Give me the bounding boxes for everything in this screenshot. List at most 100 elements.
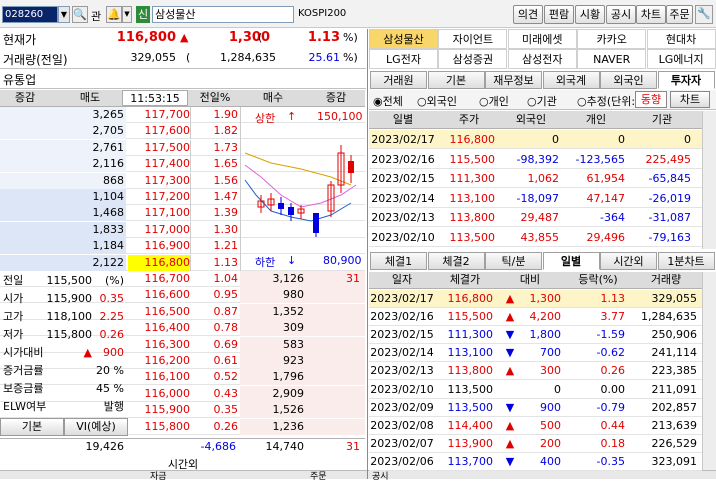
bell-icon[interactable]: 🔔 — [106, 6, 122, 23]
toolbar-button-0[interactable]: 의견 — [513, 5, 543, 24]
radio-icon[interactable]: ○ — [479, 95, 489, 108]
price-cell: 111,300 — [449, 172, 496, 185]
investor-row[interactable]: 2023/02/17 116,800 0 0 0 — [369, 130, 702, 149]
stock-link[interactable]: LG에너지 — [646, 49, 716, 69]
bell-dropdown[interactable]: ▼ — [122, 6, 132, 23]
bid-diff — [310, 287, 360, 303]
bid-percent: 0.61 — [213, 354, 239, 367]
candlestick-chart — [244, 145, 357, 237]
info-extra: (%) — [104, 274, 124, 287]
paren: ( — [186, 51, 191, 64]
daily-row[interactable]: 2023/02/07 113,900 ▲ 200 0.18 226,529 — [369, 435, 702, 453]
trade-tab[interactable]: 틱/분 — [485, 252, 542, 270]
basic-button[interactable]: 기본 — [0, 418, 64, 436]
investor-tab[interactable]: 기본 — [427, 71, 485, 89]
daily-row[interactable]: 2023/02/14 113,100 ▼ 700 -0.62 241,114 — [369, 344, 702, 363]
price-cell: 113,800 — [449, 211, 496, 224]
option-label: 외국인 — [426, 95, 457, 108]
investor-option[interactable]: ○개인 — [479, 93, 509, 109]
investor-tab[interactable]: 투자자 — [657, 71, 715, 89]
stock-link[interactable]: NAVER — [577, 49, 647, 69]
investor-row[interactable]: 2023/02/15 111,300 1,062 61,954 -65,845 — [369, 169, 702, 188]
investor-option[interactable]: ◉전체 — [373, 93, 403, 109]
stock-link[interactable]: LG전자 — [369, 49, 438, 69]
daily-row[interactable]: 2023/02/09 113,500 ▼ 900 -0.79 202,857 — [369, 399, 702, 417]
daily-scrollbar[interactable] — [702, 272, 716, 470]
ask-percent: 1.90 — [213, 108, 239, 121]
toolbar-button-3[interactable]: 공시 — [606, 5, 636, 24]
volume-cell: 202,857 — [651, 400, 698, 414]
lower-limit-price: 80,900 — [323, 254, 362, 267]
toolbar-button-4[interactable]: 차트 — [636, 5, 666, 24]
daily-row[interactable]: 2023/02/16 115,500 ▲ 4,200 3.77 1,284,635 — [369, 308, 702, 327]
change-cell: 900 — [540, 400, 561, 414]
gwan-label[interactable]: 관 — [91, 8, 101, 24]
flow-cell: 29,487 — [520, 211, 560, 224]
flow-cell: 0 — [552, 133, 559, 146]
trade-tab[interactable]: 1분차트 — [657, 252, 715, 270]
daily-row[interactable]: 2023/02/13 113,800 ▲ 300 0.26 223,385 — [369, 362, 702, 381]
price-cell: 116,800 — [447, 292, 494, 305]
stock-link[interactable]: 삼성전자 — [507, 49, 577, 69]
change-percent: 1.13 — [307, 30, 340, 45]
radio-icon[interactable]: ○ — [417, 95, 427, 108]
info-extra: 2.25 — [99, 310, 125, 323]
stock-link[interactable]: 현대차 — [646, 29, 716, 49]
radio-icon[interactable]: ◉ — [373, 95, 383, 108]
bid-quantity: 1,352 — [272, 304, 305, 318]
investor-option[interactable]: ○기관 — [527, 93, 557, 109]
info-value — [40, 399, 92, 415]
stock-link[interactable]: 삼성물산 — [369, 29, 438, 49]
investor-tab[interactable]: 거래원 — [370, 71, 427, 89]
info-row: 보증금률 45 % — [0, 381, 126, 397]
code-dropdown-button[interactable]: ▼ — [58, 6, 70, 23]
ask-quantity: 1,184 — [92, 239, 125, 253]
stock-name-field[interactable]: 삼성물산 — [152, 6, 294, 23]
investor-row[interactable]: 2023/02/16 115,500 -98,392 -123,565 225,495 — [369, 150, 702, 169]
trade-tab[interactable]: 체결1 — [370, 252, 427, 270]
vi-button[interactable]: VI(예상) — [64, 418, 128, 436]
date-cell: 2023/02/15 — [370, 328, 434, 342]
info-value: 115,800 — [46, 328, 93, 341]
investor-tab[interactable]: 외국계 — [542, 71, 600, 89]
price-cell: 113,700 — [447, 454, 494, 468]
investor-row[interactable]: 2023/02/14 113,100 -18,097 47,147 -26,019 — [369, 189, 702, 208]
investor-tab[interactable]: 외국인 — [600, 71, 657, 89]
change-cell: 4,200 — [529, 310, 562, 324]
stock-link[interactable]: 삼성증권 — [438, 49, 508, 69]
investor-tab[interactable]: 재무정보 — [485, 71, 542, 89]
up-arrow-icon: ▲ — [505, 310, 515, 324]
trend-button[interactable]: 동향 — [635, 91, 667, 108]
radio-icon[interactable]: ○ — [527, 95, 537, 108]
search-icon[interactable]: 🔍 — [72, 6, 88, 23]
radio-icon[interactable]: ○ — [577, 95, 587, 108]
toolbar-button-2[interactable]: 시황 — [575, 5, 605, 24]
daily-row[interactable]: 2023/02/10 113,500 0 0.00 211,091 — [369, 381, 702, 399]
price-cell: 113,100 — [449, 191, 496, 205]
stock-link[interactable]: 미래에셋 — [507, 29, 577, 49]
stock-link[interactable]: 카카오 — [577, 29, 647, 49]
divider — [190, 238, 191, 255]
trade-tab[interactable]: 일별 — [542, 252, 600, 270]
investor-row[interactable]: 2023/02/13 113,800 29,487 -364 -31,087 — [369, 208, 702, 227]
divider — [190, 221, 191, 238]
bid-total: 14,740 — [265, 440, 305, 453]
investor-scrollbar[interactable] — [702, 111, 716, 249]
info-value: ▲ — [83, 346, 92, 359]
tool-icon[interactable]: 🔧 — [695, 5, 713, 24]
daily-row[interactable]: 2023/02/06 113,700 ▼ 400 -0.35 323,091 — [369, 453, 702, 471]
toolbar-button-5[interactable]: 주문 — [666, 5, 693, 24]
trade-tab[interactable]: 시간외 — [600, 252, 657, 270]
stock-code-input[interactable]: 028260 — [2, 6, 58, 23]
investor-row[interactable]: 2023/02/10 113,500 43,855 29,496 -79,163 — [369, 228, 702, 247]
price-cell: 113,800 — [447, 364, 494, 378]
daily-row[interactable]: 2023/02/17 116,800 ▲ 1,300 1.13 329,055 — [369, 290, 702, 308]
trade-tab[interactable]: 체결2 — [427, 252, 485, 270]
chart-button[interactable]: 차트 — [670, 91, 710, 108]
toolbar-button-1[interactable]: 편람 — [544, 5, 574, 24]
daily-row[interactable]: 2023/02/15 111,300 ▼ 1,800 -1.59 250,906 — [369, 326, 702, 345]
stock-link[interactable]: 자이언트 — [438, 29, 508, 49]
investor-option[interactable]: ○외국인 — [417, 93, 457, 109]
pct-unit: %) — [343, 31, 358, 44]
daily-row[interactable]: 2023/02/08 114,400 ▲ 500 0.44 213,639 — [369, 417, 702, 435]
